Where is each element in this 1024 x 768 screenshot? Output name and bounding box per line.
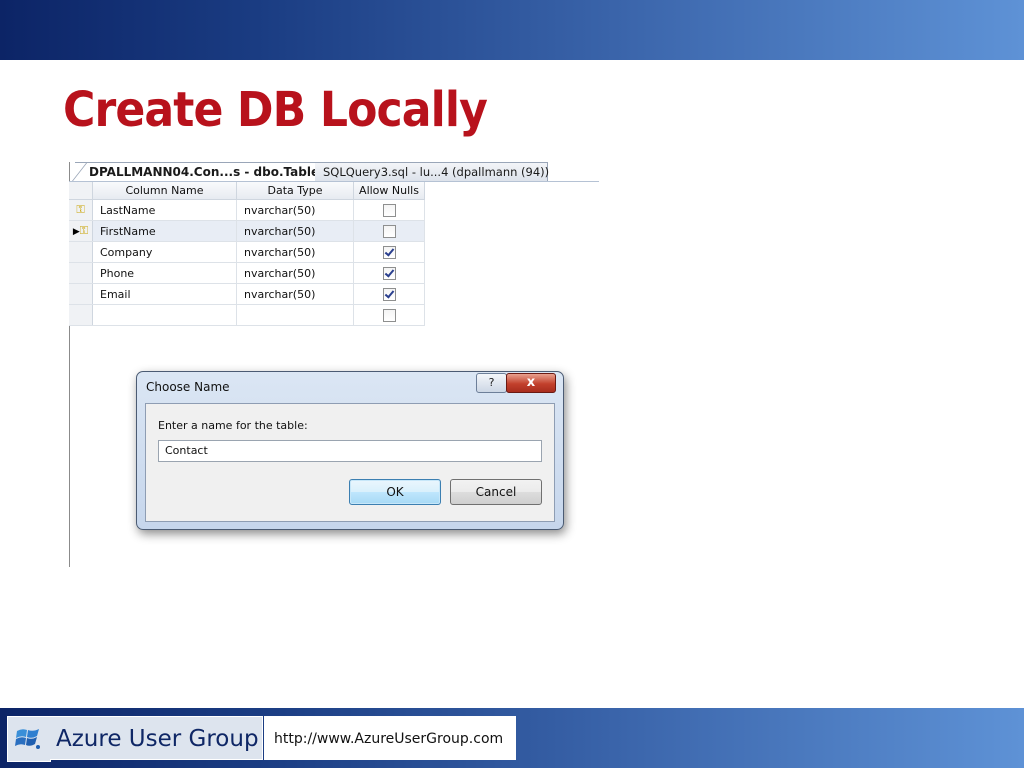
allow-nulls-cell xyxy=(353,199,425,221)
data-type-header: Data Type xyxy=(236,182,354,200)
allow-nulls-checkbox[interactable] xyxy=(382,287,396,301)
document-tab-strip: DPALLMANN04.Con...s - dbo.Table_1* SQLQu… xyxy=(69,162,599,182)
primary-key-icon: ⚿ xyxy=(79,224,89,237)
row-selector[interactable]: ▶⚿ xyxy=(69,220,93,242)
footer-logo xyxy=(7,716,51,762)
table-name-label: Enter a name for the table: xyxy=(158,419,308,432)
allow-nulls-cell xyxy=(353,220,425,242)
row-selector[interactable] xyxy=(69,304,93,326)
allow-nulls-checkbox[interactable] xyxy=(382,266,396,280)
data-type-cell[interactable]: nvarchar(50) xyxy=(236,199,354,221)
footer-url[interactable]: http://www.AzureUserGroup.com xyxy=(264,716,516,760)
help-button[interactable]: ? xyxy=(476,373,507,393)
table-row[interactable]: ▶⚿ FirstName nvarchar(50) xyxy=(69,220,425,242)
data-type-cell[interactable]: nvarchar(50) xyxy=(236,220,354,242)
dialog-title: Choose Name xyxy=(146,380,230,394)
footer-brand-name: Azure User Group xyxy=(50,716,263,760)
table-row[interactable]: ⚿ LastName nvarchar(50) xyxy=(69,199,425,221)
windows-flag-icon xyxy=(15,729,40,749)
top-banner xyxy=(0,0,1024,60)
data-type-cell[interactable]: nvarchar(50) xyxy=(236,283,354,305)
column-name-cell[interactable]: FirstName xyxy=(92,220,237,242)
row-selector[interactable]: ⚿ xyxy=(69,199,93,221)
column-name-cell[interactable] xyxy=(92,304,237,326)
tab-sql-query[interactable]: SQLQuery3.sql - lu...4 (dpallmann (94)) xyxy=(315,162,549,181)
allow-nulls-cell xyxy=(353,241,425,263)
ok-button[interactable]: OK xyxy=(349,479,441,505)
table-row[interactable]: Phone nvarchar(50) xyxy=(69,262,425,284)
column-name-cell[interactable]: LastName xyxy=(92,199,237,221)
primary-key-icon: ⚿ xyxy=(76,203,85,216)
cancel-button[interactable]: Cancel xyxy=(450,479,542,505)
allow-nulls-checkbox[interactable] xyxy=(382,308,396,322)
allow-nulls-checkbox[interactable] xyxy=(382,203,396,217)
column-name-header: Column Name xyxy=(92,182,237,200)
allow-nulls-cell xyxy=(353,304,425,326)
column-name-cell[interactable]: Company xyxy=(92,241,237,263)
dialog-body: Enter a name for the table: Contact OK C… xyxy=(145,403,555,522)
row-header-corner xyxy=(69,182,93,200)
column-name-cell[interactable]: Phone xyxy=(92,262,237,284)
data-type-cell[interactable]: nvarchar(50) xyxy=(236,241,354,263)
table-row[interactable]: Email nvarchar(50) xyxy=(69,283,425,305)
table-name-input[interactable]: Contact xyxy=(158,440,542,462)
row-selector[interactable] xyxy=(69,241,93,263)
column-name-cell[interactable]: Email xyxy=(92,283,237,305)
row-selector[interactable] xyxy=(69,283,93,305)
row-selector[interactable] xyxy=(69,262,93,284)
allow-nulls-header: Allow Nulls xyxy=(353,182,425,200)
allow-nulls-cell xyxy=(353,262,425,284)
columns-grid: Column Name Data Type Allow Nulls ⚿ LastN… xyxy=(69,182,425,326)
tab-table-designer[interactable]: DPALLMANN04.Con...s - dbo.Table_1* xyxy=(75,162,340,181)
close-button[interactable]: x xyxy=(506,373,556,393)
table-row[interactable] xyxy=(69,304,425,326)
data-type-cell[interactable]: nvarchar(50) xyxy=(236,262,354,284)
choose-name-dialog: Choose Name ? x Enter a name for the tab… xyxy=(136,371,564,530)
allow-nulls-checkbox[interactable] xyxy=(382,224,396,238)
slide-title: Create DB Locally xyxy=(63,82,488,138)
grid-body: ⚿ LastName nvarchar(50) ▶⚿ FirstName nvarchar… xyxy=(69,199,425,326)
current-row-arrow-icon: ▶ xyxy=(72,227,80,237)
data-type-cell[interactable] xyxy=(236,304,354,326)
allow-nulls-checkbox[interactable] xyxy=(382,245,396,259)
table-row[interactable]: Company nvarchar(50) xyxy=(69,241,425,263)
allow-nulls-cell xyxy=(353,283,425,305)
